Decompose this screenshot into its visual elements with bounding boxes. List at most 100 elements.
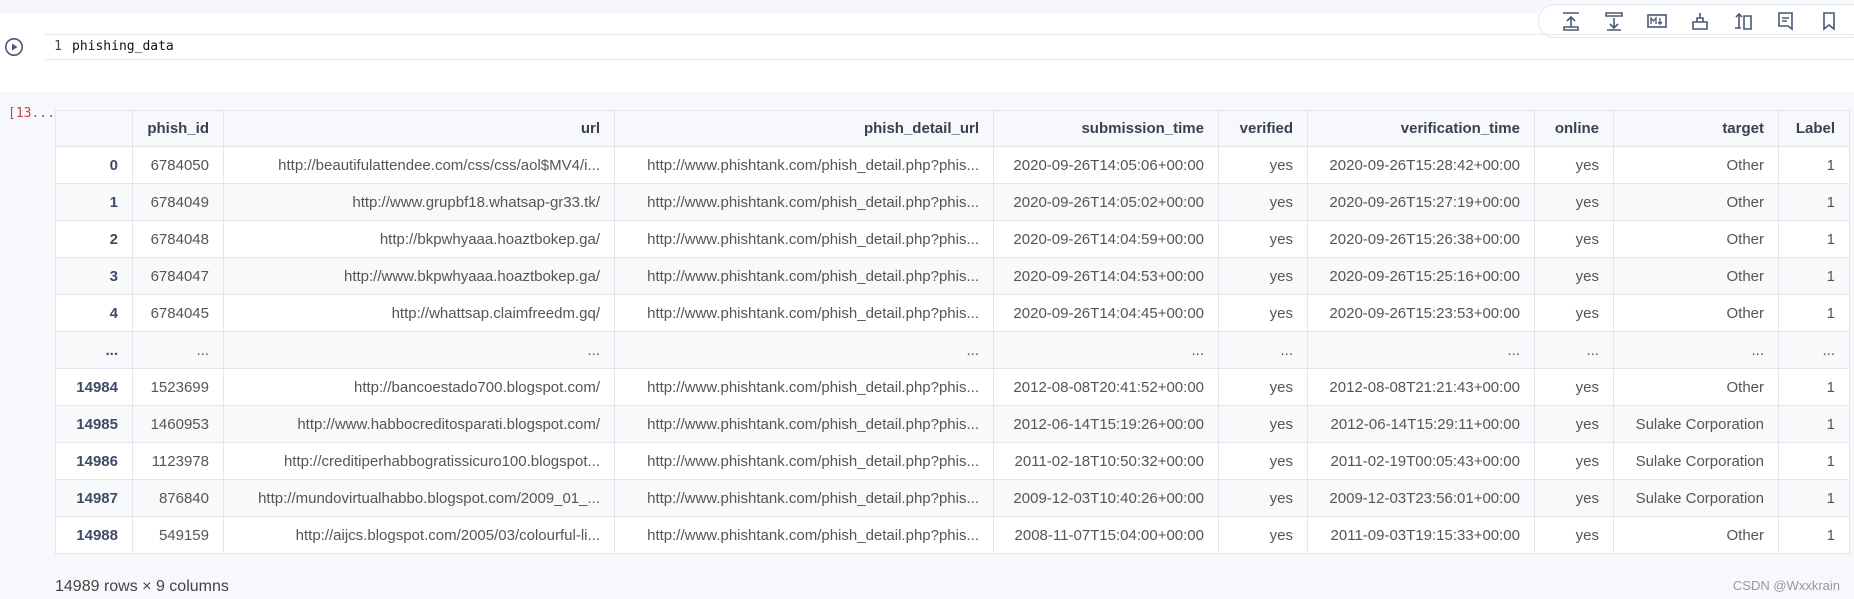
table-cell: yes — [1534, 220, 1614, 258]
column-header: Label — [1778, 110, 1850, 147]
markdown-icon — [1646, 14, 1667, 28]
row-index: 2 — [55, 220, 133, 258]
table-cell: Sulake Corporation — [1613, 442, 1779, 480]
table-cell: ... — [1613, 331, 1779, 369]
cell-toolbar — [1538, 4, 1854, 38]
table-row: 3 6784047 http://www.bkpwhyaaa.hoaztbokep.… — [55, 257, 1850, 295]
table-cell: Other — [1613, 516, 1779, 554]
table-cell: 2020-09-26T14:04:53+00:00 — [993, 257, 1219, 295]
table-row: 14984 1523699 http://bancoestado700.blogsp… — [55, 368, 1850, 406]
table-cell: 1123978 — [132, 442, 224, 480]
header-row: phish_id url phish_detail_url submission… — [55, 110, 1850, 147]
run-cell-icon[interactable] — [4, 37, 24, 57]
table-cell: 2020-09-26T15:25:16+00:00 — [1307, 257, 1535, 295]
table-cell: yes — [1534, 257, 1614, 295]
code-text[interactable]: phishing_data — [72, 39, 174, 54]
table-cell: 6784047 — [132, 257, 224, 295]
table-cell: 2009-12-03T23:56:01+00:00 — [1307, 479, 1535, 517]
table-cell: 1 — [1778, 368, 1850, 406]
table-cell: ... — [132, 331, 224, 369]
table-body: 0 6784050 http://beautifulattendee.com/css… — [55, 146, 1850, 554]
table-cell: yes — [1534, 442, 1614, 480]
comment-button[interactable] — [1764, 5, 1807, 37]
row-index: 14988 — [55, 516, 133, 554]
table-cell: yes — [1534, 479, 1614, 517]
table-cell: http://bkpwhyaaa.hoaztbokep.ga/ — [223, 220, 615, 258]
table-cell: http://www.grupbf18.whatsap-gr33.tk/ — [223, 183, 615, 221]
table-cell: yes — [1534, 368, 1614, 406]
comment-icon — [1777, 12, 1793, 31]
move-cell-button[interactable] — [1721, 5, 1764, 37]
row-index: 0 — [55, 146, 133, 184]
table-cell: http://www.phishtank.com/phish_detail.ph… — [614, 294, 994, 332]
dataframe-summary: 14989 rows × 9 columns — [55, 578, 229, 595]
table-cell: Other — [1613, 257, 1779, 295]
table-cell: ... — [223, 331, 615, 369]
index-header — [55, 110, 133, 147]
table-cell: 2009-12-03T10:40:26+00:00 — [993, 479, 1219, 517]
table-cell: Sulake Corporation — [1613, 405, 1779, 443]
table-cell: 2020-09-26T14:04:59+00:00 — [993, 220, 1219, 258]
table-cell: 1 — [1778, 257, 1850, 295]
row-index: ... — [55, 331, 133, 369]
move-cell-icon — [1734, 12, 1752, 30]
table-cell: http://www.habbocreditosparati.blogspot.… — [223, 405, 615, 443]
table-cell: 2020-09-26T14:04:45+00:00 — [993, 294, 1219, 332]
table-cell: Other — [1613, 220, 1779, 258]
table-row: 2 6784048 http://bkpwhyaaa.hoaztbokep.ga/h… — [55, 220, 1850, 258]
table-cell: ... — [1534, 331, 1614, 369]
table-cell: 2011-02-18T10:50:32+00:00 — [993, 442, 1219, 480]
column-header: url — [223, 110, 615, 147]
table-cell: yes — [1218, 146, 1308, 184]
table-cell: ... — [614, 331, 994, 369]
table-cell: ... — [1778, 331, 1850, 369]
table-cell: yes — [1534, 294, 1614, 332]
markdown-button[interactable] — [1635, 5, 1678, 37]
code-line[interactable]: 1 phishing_data — [44, 34, 1854, 60]
table-cell: 6784049 — [132, 183, 224, 221]
table-cell: ... — [1218, 331, 1308, 369]
table-cell: 2020-09-26T14:05:06+00:00 — [993, 146, 1219, 184]
table-cell: 1 — [1778, 183, 1850, 221]
dataframe-output: phish_id url phish_detail_url submission… — [55, 110, 1850, 554]
table-cell: http://www.phishtank.com/phish_detail.ph… — [614, 442, 994, 480]
table-cell: ... — [993, 331, 1219, 369]
table-cell: http://www.phishtank.com/phish_detail.ph… — [614, 220, 994, 258]
column-header: verification_time — [1307, 110, 1535, 147]
table-cell: 1 — [1778, 294, 1850, 332]
table-cell: 1 — [1778, 146, 1850, 184]
table-cell: 1523699 — [132, 368, 224, 406]
table-cell: 1460953 — [132, 405, 224, 443]
table-cell: yes — [1534, 146, 1614, 184]
table-cell: yes — [1218, 257, 1308, 295]
delete-cell-button[interactable] — [1678, 5, 1721, 37]
table-cell: 876840 — [132, 479, 224, 517]
table-cell: Other — [1613, 183, 1779, 221]
execution-count: [13... — [8, 106, 55, 121]
table-cell: http://www.phishtank.com/phish_detail.ph… — [614, 146, 994, 184]
table-cell: http://www.phishtank.com/phish_detail.ph… — [614, 405, 994, 443]
table-row: 14988 549159 http://aijcs.blogspot.com/200… — [55, 516, 1850, 554]
table-row: 0 6784050 http://beautifulattendee.com/css… — [55, 146, 1850, 184]
table-cell: Other — [1613, 368, 1779, 406]
table-cell: yes — [1218, 479, 1308, 517]
table-cell: Sulake Corporation — [1613, 479, 1779, 517]
table-cell: 6784050 — [132, 146, 224, 184]
table-cell: 2008-11-07T15:04:00+00:00 — [993, 516, 1219, 554]
table-row: 14987 876840 http://mundovirtualhabbo.blog… — [55, 479, 1850, 517]
row-index: 14986 — [55, 442, 133, 480]
table-cell: 2020-09-26T15:23:53+00:00 — [1307, 294, 1535, 332]
insert-cell-above-button[interactable] — [1549, 5, 1592, 37]
table-cell: 2020-09-26T15:26:38+00:00 — [1307, 220, 1535, 258]
table-cell: http://www.phishtank.com/phish_detail.ph… — [614, 257, 994, 295]
table-cell: 2012-06-14T15:29:11+00:00 — [1307, 405, 1535, 443]
table-cell: Other — [1613, 294, 1779, 332]
table-cell: 2020-09-26T14:05:02+00:00 — [993, 183, 1219, 221]
insert-cell-below-button[interactable] — [1592, 5, 1635, 37]
table-cell: 2011-02-19T00:05:43+00:00 — [1307, 442, 1535, 480]
row-index: 14987 — [55, 479, 133, 517]
dataframe-table: phish_id url phish_detail_url submission… — [55, 110, 1850, 554]
bookmark-button[interactable] — [1807, 5, 1850, 37]
table-cell: 1 — [1778, 479, 1850, 517]
table-cell: http://aijcs.blogspot.com/2005/03/colour… — [223, 516, 615, 554]
